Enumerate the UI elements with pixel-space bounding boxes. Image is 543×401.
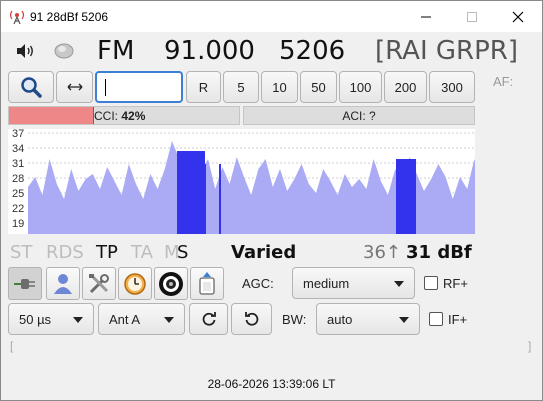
bw-label: BW: xyxy=(282,312,307,327)
antenna-icon xyxy=(9,10,25,25)
user-button[interactable] xyxy=(46,267,80,300)
rotate-cw-button[interactable] xyxy=(189,303,228,335)
search-button[interactable] xyxy=(8,71,54,103)
y-tick-37: 37 xyxy=(12,128,25,140)
y-tick-28: 28 xyxy=(12,173,25,185)
chevron-down-icon xyxy=(399,317,409,323)
band-label: FM xyxy=(97,36,135,66)
rds-flag: RDS xyxy=(46,242,84,263)
deemphasis-select[interactable]: 50 µs xyxy=(8,303,94,335)
memory-button[interactable] xyxy=(190,267,224,300)
rf-checkbox[interactable] xyxy=(424,276,438,290)
y-tick-25: 25 xyxy=(12,188,25,200)
af-label: AF: xyxy=(493,74,514,89)
clipboard-icon xyxy=(199,271,215,295)
spectrum-highlight xyxy=(396,159,416,234)
minimize-icon xyxy=(421,16,431,17)
signal-max: 36↑ xyxy=(363,242,401,263)
y-tick-31: 31 xyxy=(12,158,25,170)
plug-icon xyxy=(14,278,35,289)
step-button-100[interactable]: 100 xyxy=(339,71,382,103)
rt-bracket-right: ] xyxy=(528,339,532,353)
step-button-r[interactable]: R xyxy=(186,71,221,103)
rotate-ccw-button[interactable] xyxy=(231,303,272,335)
rotate-ccw-icon xyxy=(244,312,258,326)
if-checkbox[interactable] xyxy=(429,312,443,326)
agc-label: AGC: xyxy=(242,276,274,291)
speaker-icon[interactable] xyxy=(15,43,35,59)
signal-strength: 31 dBf xyxy=(406,242,472,263)
deemphasis-value: 50 µs xyxy=(19,311,52,327)
y-tick-19: 19 xyxy=(12,218,25,230)
search-icon xyxy=(21,77,42,98)
ta-flag: TA xyxy=(131,242,153,263)
window-title: 91 28dBf 5206 xyxy=(30,10,109,24)
spectrum-plot xyxy=(28,132,482,234)
bandwidth-select[interactable]: auto xyxy=(316,303,420,335)
cci-label: CCI: 42% xyxy=(94,109,146,123)
title-bar: 91 28dBf 5206 xyxy=(1,1,542,32)
frequency-display[interactable]: 91.000 xyxy=(164,35,255,67)
text-caret xyxy=(105,79,106,96)
tools-icon xyxy=(89,273,109,293)
ms-speech-flag: S xyxy=(177,242,189,263)
pty-label: Varied xyxy=(231,242,297,263)
left-right-arrow-icon xyxy=(67,83,82,91)
spectrum-highlight xyxy=(203,164,206,234)
close-button[interactable] xyxy=(495,1,541,32)
rotate-cw-icon xyxy=(202,312,216,326)
user-icon xyxy=(54,273,72,294)
maximize-button[interactable] xyxy=(449,1,495,32)
rt-bracket-left: [ xyxy=(10,339,14,353)
scheduler-button[interactable] xyxy=(118,267,152,300)
swap-button[interactable] xyxy=(56,71,93,103)
power-plug-button[interactable] xyxy=(8,267,42,300)
step-button-5[interactable]: 5 xyxy=(223,71,259,103)
tp-flag: TP xyxy=(96,242,118,263)
step-button-10[interactable]: 10 xyxy=(261,71,298,103)
close-icon xyxy=(512,11,524,22)
aci-label: ACI: ? xyxy=(342,109,376,123)
frequency-input[interactable] xyxy=(95,71,183,103)
app-window: 91 28dBf 5206 FM 91.000 5206 [RAI GRPR] xyxy=(0,0,543,401)
connection-icon[interactable] xyxy=(53,42,75,60)
spectrum-graph[interactable] xyxy=(8,129,482,234)
spectrum-highlight xyxy=(219,164,221,234)
rf-label: RF+ xyxy=(443,276,468,291)
chevron-down-icon xyxy=(164,317,174,323)
rds-spy-button[interactable] xyxy=(154,267,188,300)
chevron-down-icon xyxy=(394,281,404,287)
chevron-down-icon xyxy=(73,317,83,323)
step-button-50[interactable]: 50 xyxy=(300,71,337,103)
pi-code: 5206 xyxy=(279,36,346,66)
ps-name: [RAI GRPR] xyxy=(375,36,518,66)
step-button-200[interactable]: 200 xyxy=(384,71,427,103)
spectrum-highlight xyxy=(177,151,205,234)
st-flag: ST xyxy=(10,242,33,263)
y-tick-34: 34 xyxy=(12,143,25,155)
agc-select[interactable]: medium xyxy=(292,267,415,299)
cci-meter-fill xyxy=(9,107,94,124)
agc-value: medium xyxy=(303,275,350,291)
maximize-icon xyxy=(467,11,477,22)
step-button-300[interactable]: 300 xyxy=(429,71,475,103)
dial-icon xyxy=(159,271,183,296)
antenna-select[interactable]: Ant A xyxy=(98,303,185,335)
clock-display: 28-06-2026 13:39:06 LT xyxy=(207,377,336,391)
minimize-button[interactable] xyxy=(403,1,449,32)
if-label: IF+ xyxy=(448,312,468,327)
antenna-value: Ant A xyxy=(109,311,141,327)
y-tick-22: 22 xyxy=(12,203,25,215)
settings-button[interactable] xyxy=(82,267,116,300)
clock-icon xyxy=(124,272,146,295)
bw-value: auto xyxy=(327,311,353,327)
